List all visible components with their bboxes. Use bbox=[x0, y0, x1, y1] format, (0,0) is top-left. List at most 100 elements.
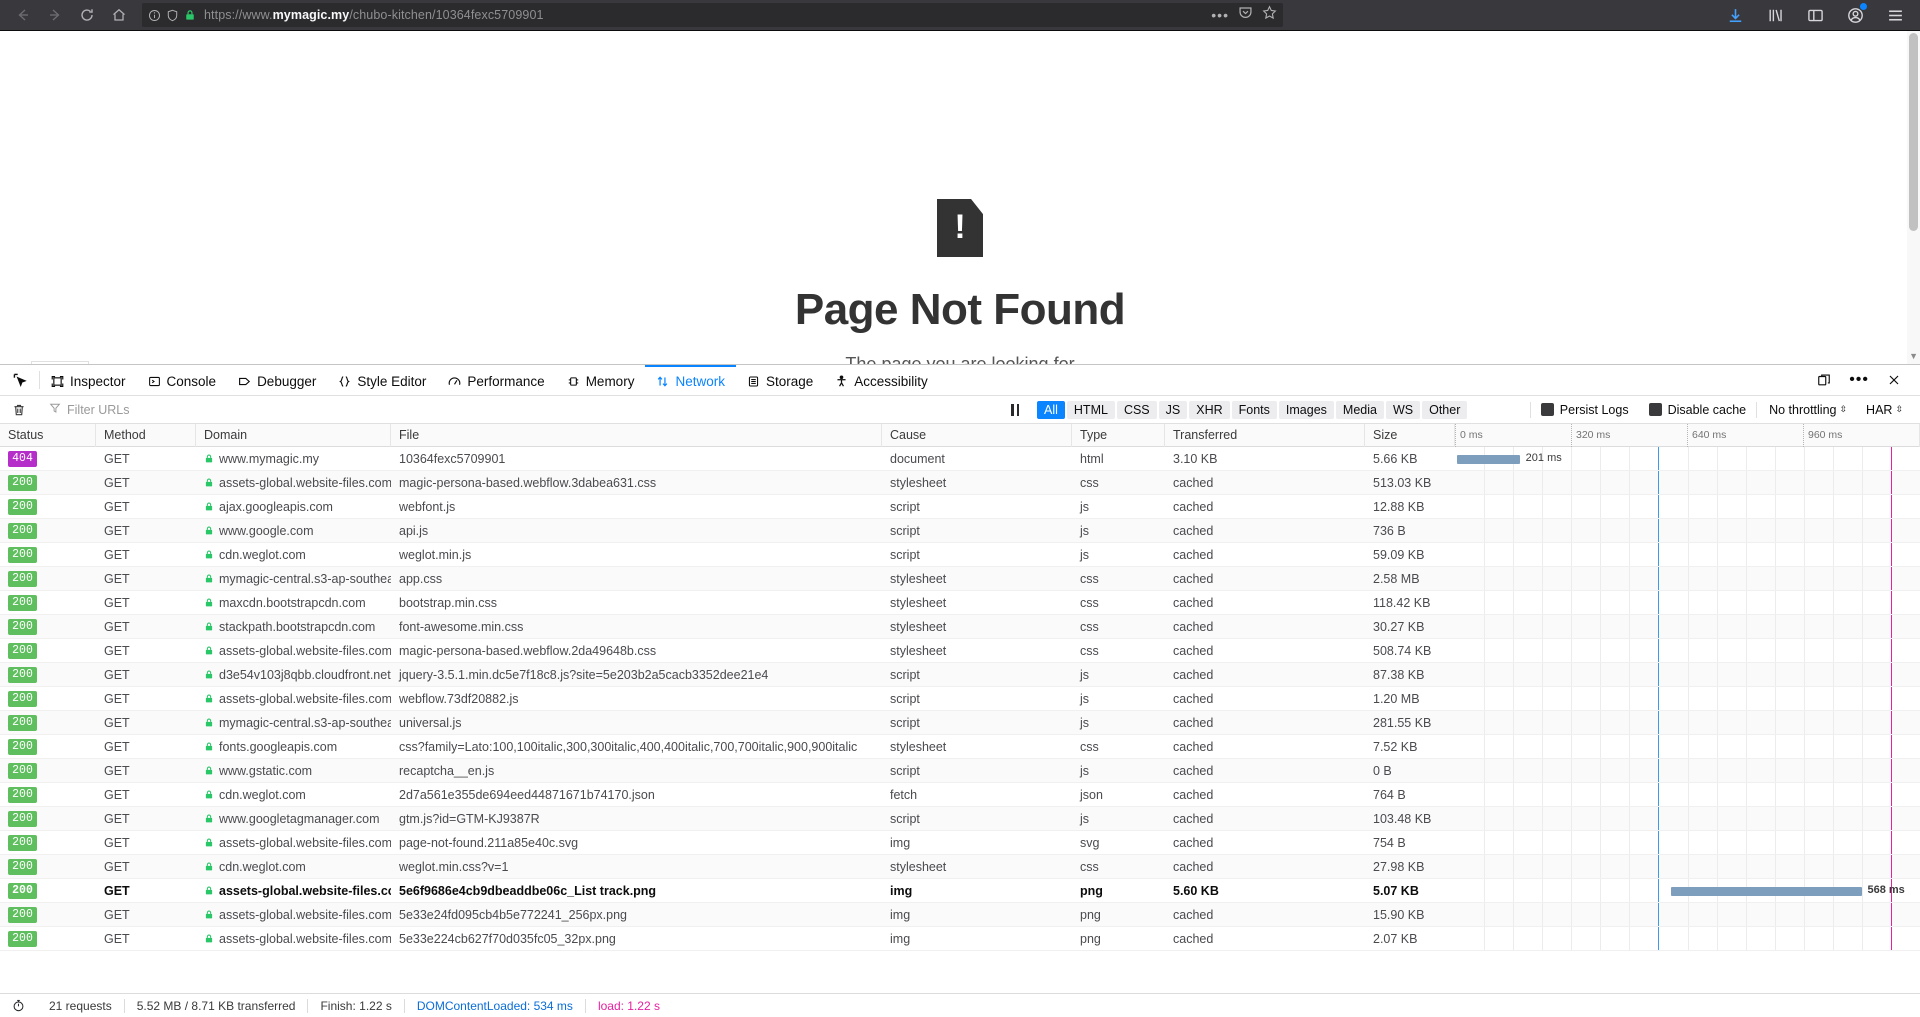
url-bar[interactable]: https://www.mymagic.my/chubo-kitchen/103… bbox=[142, 3, 1283, 27]
trash-icon[interactable] bbox=[0, 403, 37, 417]
domain-text: www.mymagic.my bbox=[219, 452, 319, 466]
filter-chip-media[interactable]: Media bbox=[1336, 401, 1384, 419]
filter-chip-xhr[interactable]: XHR bbox=[1189, 401, 1229, 419]
more-icon[interactable]: ••• bbox=[1211, 10, 1229, 20]
reload-icon[interactable] bbox=[72, 2, 102, 28]
download-icon[interactable] bbox=[1724, 4, 1746, 26]
page-info-icon[interactable] bbox=[148, 9, 161, 22]
table-row[interactable]: 200GETassets-global.website-files.com5e6… bbox=[0, 879, 1920, 903]
filter-chip-all[interactable]: All bbox=[1037, 401, 1065, 419]
tab-accessibility[interactable]: Accessibility bbox=[824, 365, 939, 395]
network-status-bar: 21 requests 5.52 MB / 8.71 KB transferre… bbox=[0, 993, 1920, 1017]
pocket-icon[interactable] bbox=[1238, 5, 1253, 25]
cell-size: 30.27 KB bbox=[1365, 620, 1455, 634]
table-row[interactable]: 200GETassets-global.website-files.compag… bbox=[0, 831, 1920, 855]
column-header-transferred[interactable]: Transferred bbox=[1165, 424, 1365, 447]
cell-method: GET bbox=[96, 788, 196, 802]
cell-type: css bbox=[1072, 596, 1165, 610]
cell-domain: assets-global.website-files.com bbox=[196, 476, 391, 490]
element-picker-icon[interactable] bbox=[0, 365, 39, 395]
account-icon[interactable] bbox=[1844, 4, 1866, 26]
table-row[interactable]: 200GETassets-global.website-files.commag… bbox=[0, 471, 1920, 495]
tab-storage[interactable]: Storage bbox=[736, 365, 824, 395]
table-row[interactable]: 200GETmaxcdn.bootstrapcdn.combootstrap.m… bbox=[0, 591, 1920, 615]
cell-cause: script bbox=[882, 764, 1072, 778]
cell-status: 200 bbox=[0, 882, 96, 899]
table-row[interactable]: 200GETstackpath.bootstrapcdn.comfont-awe… bbox=[0, 615, 1920, 639]
forward-arrow-icon[interactable] bbox=[40, 2, 70, 28]
home-icon[interactable] bbox=[104, 2, 134, 28]
table-row[interactable]: 200GETcdn.weglot.com2d7a561e355de694eed4… bbox=[0, 783, 1920, 807]
throttling-label: No throttling bbox=[1769, 403, 1836, 417]
request-count: 21 requests bbox=[37, 999, 124, 1013]
filter-chip-other[interactable]: Other bbox=[1422, 401, 1467, 419]
filter-chip-fonts[interactable]: Fonts bbox=[1232, 401, 1277, 419]
url-text[interactable]: https://www.mymagic.my/chubo-kitchen/103… bbox=[201, 8, 1202, 22]
table-row[interactable]: 200GETwww.gstatic.comrecaptcha__en.jsscr… bbox=[0, 759, 1920, 783]
throttling-select[interactable]: No throttling ⇳ bbox=[1757, 403, 1854, 417]
cell-status: 200 bbox=[0, 858, 96, 875]
library-icon[interactable] bbox=[1764, 4, 1786, 26]
table-row[interactable]: 200GETcdn.weglot.comweglot.min.jsscriptj… bbox=[0, 543, 1920, 567]
table-row[interactable]: 200GETcdn.weglot.comweglot.min.css?v=1st… bbox=[0, 855, 1920, 879]
table-row[interactable]: 200GETfonts.googleapis.comcss?family=Lat… bbox=[0, 735, 1920, 759]
table-row[interactable]: 200GETd3e54v103j8qbb.cloudfront.netjquer… bbox=[0, 663, 1920, 687]
table-row[interactable]: 200GETajax.googleapis.comwebfont.jsscrip… bbox=[0, 495, 1920, 519]
table-row[interactable]: 200GETassets-global.website-files.commag… bbox=[0, 639, 1920, 663]
column-header-method[interactable]: Method bbox=[96, 424, 196, 447]
bookmark-star-icon[interactable] bbox=[1262, 5, 1277, 25]
dock-layout-icon[interactable] bbox=[1808, 373, 1840, 387]
table-row[interactable]: 200GETassets-global.website-files.com5e3… bbox=[0, 903, 1920, 927]
har-menu[interactable]: HAR ⇳ bbox=[1854, 403, 1910, 417]
menu-icon[interactable] bbox=[1884, 4, 1906, 26]
finish-time: Finish: 1.22 s bbox=[308, 999, 403, 1013]
search-input[interactable]: Filter URLs bbox=[38, 402, 998, 417]
filter-chip-html[interactable]: HTML bbox=[1067, 401, 1115, 419]
persist-logs-checkbox[interactable]: Persist Logs bbox=[1531, 403, 1639, 417]
timeline-duration-label: 568 ms bbox=[1867, 884, 1904, 896]
tab-debugger[interactable]: Debugger bbox=[227, 365, 327, 395]
console-icon bbox=[148, 375, 161, 388]
shield-icon[interactable] bbox=[166, 9, 179, 22]
tab-inspector[interactable]: Inspector bbox=[40, 365, 137, 395]
cell-transferred: cached bbox=[1165, 740, 1365, 754]
table-row[interactable]: 200GETwww.googletagmanager.comgtm.js?id=… bbox=[0, 807, 1920, 831]
status-badge: 200 bbox=[8, 547, 37, 563]
meatball-menu-icon[interactable]: ••• bbox=[1840, 376, 1878, 384]
table-row[interactable]: 200GETassets-global.website-files.comweb… bbox=[0, 687, 1920, 711]
tab-memory[interactable]: Memory bbox=[556, 365, 646, 395]
table-row[interactable]: 200GETwww.google.comapi.jsscriptjscached… bbox=[0, 519, 1920, 543]
disable-cache-checkbox[interactable]: Disable cache bbox=[1639, 403, 1757, 417]
pause-icon[interactable] bbox=[998, 404, 1032, 416]
column-header-type[interactable]: Type bbox=[1072, 424, 1165, 447]
scroll-down-arrow-icon[interactable]: ▼ bbox=[1909, 351, 1918, 361]
tab-accessibility-label: Accessibility bbox=[854, 374, 928, 389]
column-header-cause[interactable]: Cause bbox=[882, 424, 1072, 447]
column-header-domain[interactable]: Domain bbox=[196, 424, 391, 447]
close-icon[interactable] bbox=[1878, 373, 1910, 387]
page-scrollbar-thumb[interactable] bbox=[1909, 33, 1918, 231]
column-header-size[interactable]: Size bbox=[1365, 424, 1455, 447]
cell-status: 200 bbox=[0, 642, 96, 659]
column-header-status[interactable]: Status bbox=[0, 424, 96, 447]
language-switcher[interactable]: EN › bbox=[31, 361, 89, 364]
lock-icon[interactable] bbox=[184, 9, 196, 21]
sidebar-icon[interactable] bbox=[1804, 4, 1826, 26]
filter-chip-js[interactable]: JS bbox=[1159, 401, 1188, 419]
cell-transferred: cached bbox=[1165, 716, 1365, 730]
column-header-file[interactable]: File bbox=[391, 424, 882, 447]
table-row[interactable]: 200GETassets-global.website-files.com5e3… bbox=[0, 927, 1920, 951]
tab-console[interactable]: Console bbox=[137, 365, 228, 395]
cell-status: 200 bbox=[0, 570, 96, 587]
table-row[interactable]: 200GETmymagic-central.s3-ap-southeas…uni… bbox=[0, 711, 1920, 735]
tab-style-editor[interactable]: Style Editor bbox=[327, 365, 437, 395]
filter-chip-ws[interactable]: WS bbox=[1386, 401, 1420, 419]
back-arrow-icon[interactable] bbox=[8, 2, 38, 28]
tab-performance[interactable]: Performance bbox=[437, 365, 555, 395]
filter-chip-css[interactable]: CSS bbox=[1117, 401, 1157, 419]
page-scrollbar[interactable]: ▼ bbox=[1907, 31, 1920, 364]
filter-chip-images[interactable]: Images bbox=[1279, 401, 1334, 419]
table-row[interactable]: 404GETwww.mymagic.my10364fexc5709901docu… bbox=[0, 447, 1920, 471]
tab-network[interactable]: Network bbox=[645, 365, 736, 395]
table-row[interactable]: 200GETmymagic-central.s3-ap-southeas…app… bbox=[0, 567, 1920, 591]
